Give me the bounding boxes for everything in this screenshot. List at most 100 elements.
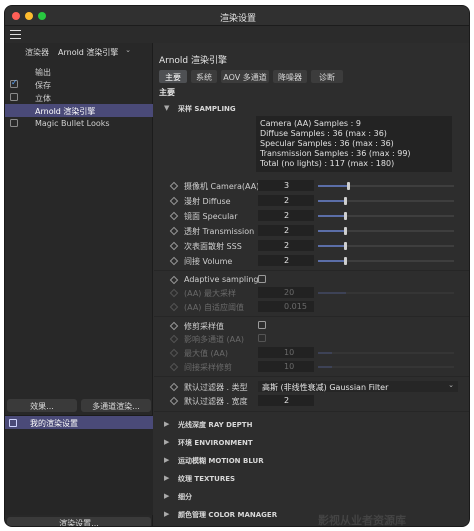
- param-value-field[interactable]: 2: [258, 195, 314, 206]
- param-label: 间接采样修剪: [184, 363, 232, 372]
- param-label: 默认过滤器 . 类型: [184, 383, 248, 392]
- param-slider[interactable]: [318, 197, 454, 205]
- keyframe-icon[interactable]: [169, 382, 179, 392]
- tree-item-stereo[interactable]: 立体: [5, 91, 153, 104]
- keyframe-icon[interactable]: [169, 256, 179, 266]
- settings-tree: 输出 保存 立体 Arnold 渲染引擎 Magic Bullet Looks: [5, 65, 153, 130]
- param-label: 影响多通道 (AA): [184, 335, 244, 344]
- divider: [154, 316, 469, 317]
- group-title: 运动模糊 MOTION BLUR: [178, 457, 264, 465]
- tab-main[interactable]: 主要: [159, 70, 187, 83]
- divider: [154, 411, 469, 412]
- param-label: 最大值 (AA): [184, 349, 228, 358]
- info-line: Camera (AA) Samples : 9: [260, 119, 361, 128]
- param-value-field: 10: [258, 361, 314, 372]
- keyframe-icon[interactable]: [169, 241, 179, 251]
- param-transmission: 透射 Transmission 2: [166, 225, 466, 237]
- param-slider: [318, 366, 454, 368]
- param-slider[interactable]: [318, 212, 454, 220]
- multipass-button[interactable]: 多通道渲染...: [81, 399, 151, 412]
- menu-icon[interactable]: [10, 30, 21, 39]
- param-label: Adaptive sampling: [184, 275, 259, 284]
- param-max-aa: 最大值 (AA) 10: [166, 347, 466, 359]
- tree-item-output[interactable]: 输出: [5, 65, 153, 78]
- param-label: 镜面 Specular: [184, 212, 238, 221]
- param-adaptive-sampling: Adaptive sampling: [166, 274, 466, 286]
- chevron-right-icon: ▶: [164, 492, 170, 500]
- param-slider[interactable]: [318, 242, 454, 250]
- chevron-right-icon: ▶: [164, 420, 170, 428]
- param-value-field[interactable]: 2: [258, 395, 314, 406]
- render-settings-window: 渲染设置 渲染器 Arnold 渲染引擎 ⌄ 输出 保存 立体: [4, 5, 470, 527]
- param-value-field: 10: [258, 347, 314, 358]
- divider: [154, 270, 469, 271]
- param-label: 摄像机 Camera(AA): [184, 182, 260, 191]
- chevron-down-icon: ⌄: [125, 46, 131, 54]
- param-aa-max-samples: (AA) 最大采样 20: [166, 287, 466, 299]
- keyframe-icon[interactable]: [169, 196, 179, 206]
- watermark: 影视从业者资源库: [318, 514, 406, 527]
- save-checkbox[interactable]: [10, 78, 18, 88]
- divider: [154, 376, 469, 377]
- keyframe-icon[interactable]: [169, 396, 179, 406]
- param-filter-type: 默认过滤器 . 类型 高斯 (非线性衰减) Gaussian Filter ⌄: [166, 381, 466, 393]
- clamp-aov-checkbox: [258, 334, 266, 342]
- tree-item-arnold[interactable]: Arnold 渲染引擎: [5, 104, 153, 117]
- param-slider[interactable]: [318, 257, 454, 265]
- param-slider[interactable]: [318, 182, 454, 190]
- keyframe-icon[interactable]: [169, 321, 179, 331]
- keyframe-icon[interactable]: [169, 211, 179, 221]
- render-settings-button[interactable]: 渲染设置...: [7, 517, 151, 526]
- param-label: 次表面散射 SSS: [184, 242, 242, 251]
- param-label: (AA) 最大采样: [184, 289, 236, 298]
- chevron-right-icon: ▶: [164, 456, 170, 464]
- tree-item-save[interactable]: 保存: [5, 78, 153, 91]
- param-diffuse: 漫射 Diffuse 2: [166, 195, 466, 207]
- param-label: 透射 Transmission: [184, 227, 255, 236]
- tab-system[interactable]: 系统: [191, 70, 217, 83]
- keyframe-icon: [169, 348, 179, 358]
- param-value-field[interactable]: 2: [258, 240, 314, 251]
- sample-info-box: Camera (AA) Samples : 9 Diffuse Samples …: [256, 116, 452, 172]
- info-line: Total (no lights) : 117 (max : 180): [260, 159, 395, 168]
- tab-aov[interactable]: AOV 多通道: [221, 70, 269, 83]
- toolbar: [5, 26, 469, 43]
- tree-item-label: 保存: [35, 81, 51, 90]
- tree-item-label: 输出: [35, 68, 51, 77]
- param-camera-aa: 摄像机 Camera(AA) 3: [166, 180, 466, 192]
- filter-type-dropdown[interactable]: 高斯 (非线性衰减) Gaussian Filter ⌄: [258, 381, 458, 392]
- param-value-field[interactable]: 2: [258, 210, 314, 221]
- clamp-checkbox[interactable]: [258, 321, 266, 329]
- chevron-down-icon: ⌄: [448, 381, 454, 389]
- tree-item-label: Arnold 渲染引擎: [35, 107, 96, 116]
- effects-button[interactable]: 效果...: [7, 399, 77, 412]
- group-title: 纹理 TEXTURES: [178, 475, 236, 483]
- param-value-field[interactable]: 2: [258, 225, 314, 236]
- keyframe-icon[interactable]: [169, 226, 179, 236]
- param-label: (AA) 自适应阈值: [184, 303, 244, 312]
- param-value-field: 0.015: [258, 301, 314, 312]
- keyframe-icon[interactable]: [169, 181, 179, 191]
- param-slider: [318, 352, 454, 354]
- preset-list: 我的渲染设置: [5, 415, 153, 515]
- param-label: 间接 Volume: [184, 257, 233, 266]
- preset-item-my-settings[interactable]: 我的渲染设置: [5, 416, 153, 429]
- keyframe-icon[interactable]: [169, 275, 179, 285]
- param-slider[interactable]: [318, 227, 454, 235]
- tab-diagnostics[interactable]: 诊断: [311, 70, 343, 83]
- magic-bullet-checkbox[interactable]: [10, 119, 18, 127]
- tree-item-magic-bullet[interactable]: Magic Bullet Looks: [5, 117, 153, 130]
- stereo-checkbox[interactable]: [10, 93, 18, 101]
- param-value-field[interactable]: 3: [258, 180, 314, 191]
- group-title: 环境 ENVIRONMENT: [178, 439, 253, 447]
- renderer-dropdown[interactable]: Arnold 渲染引擎 ⌄: [55, 45, 133, 58]
- chevron-right-icon: ▶: [164, 510, 170, 518]
- tab-denoiser[interactable]: 降噪器: [273, 70, 307, 83]
- adaptive-sampling-checkbox[interactable]: [258, 275, 266, 283]
- group-title: 颜色管理 COLOR MANAGER: [178, 511, 278, 519]
- group-title: 光线深度 RAY DEPTH: [178, 421, 253, 429]
- param-specular: 镜面 Specular 2: [166, 210, 466, 222]
- param-value-field[interactable]: 2: [258, 255, 314, 266]
- renderer-value: Arnold 渲染引擎: [58, 48, 119, 57]
- renderer-row: 渲染器 Arnold 渲染引擎 ⌄: [5, 45, 153, 59]
